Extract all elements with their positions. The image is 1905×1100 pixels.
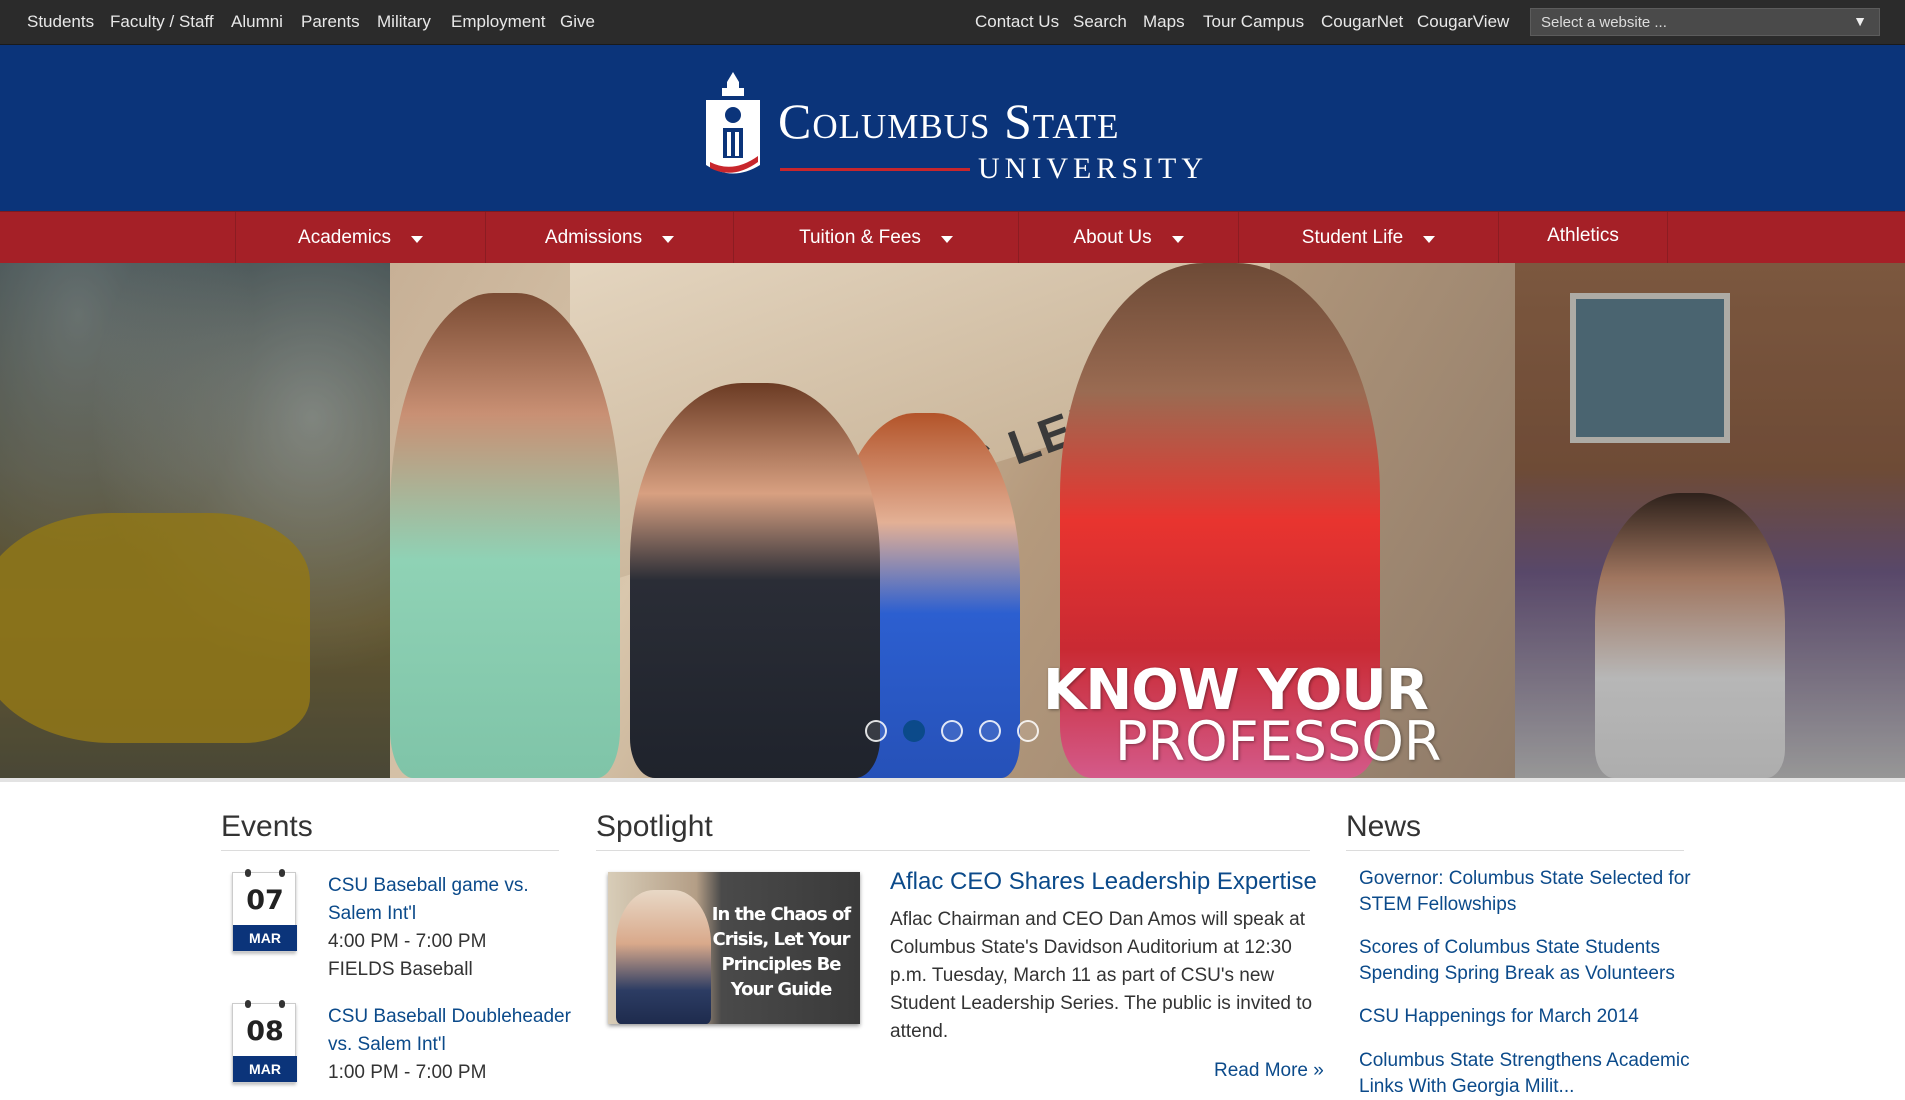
hero-headline-line2: PROFESSOR [1115,710,1442,773]
spotlight-body: Aflac Chairman and CEO Dan Amos will spe… [890,909,1313,1042]
spotlight-image[interactable]: In the Chaos of Crisis, Let Your Princip… [608,872,860,1024]
nav-item-about-us[interactable]: About Us [1018,212,1238,264]
nav-item-label: About Us [1073,227,1152,248]
carousel-pagination [865,720,1039,742]
event-day: 07 [246,885,284,916]
slide-shade [1515,263,1905,778]
hero-divider [0,778,1905,782]
nav-item-label: Student Life [1301,227,1404,248]
read-more-link[interactable]: Read More » [1214,1060,1324,1082]
topbar-link-contact-us[interactable]: Contact Us [975,12,1059,32]
logo-wordmark-line1: Columbus State [778,93,1120,149]
nav-item-tuition-fees[interactable]: Tuition & Fees [733,212,1018,264]
event-title-link[interactable]: CSU Baseball Doubleheader vs. Salem Int'… [328,1003,578,1059]
topbar-link-faculty-staff[interactable]: Faculty / Staff [110,12,214,32]
website-select-value: Select a website ... [1541,14,1667,31]
main-nav: Academics Admissions Tuition & Fees Abou… [0,211,1905,264]
student-figure [390,293,620,778]
topbar-link-parents[interactable]: Parents [301,12,360,32]
carousel-dot[interactable] [941,720,963,742]
nav-item-academics[interactable]: Academics [235,212,485,264]
topbar-link-maps[interactable]: Maps [1143,12,1185,32]
topbar-link-students[interactable]: Students [27,12,94,32]
hero-carousel[interactable]: C LENOIR HALL KNOW YOUR PROFESSOR [0,263,1905,778]
topbar-link-alumni[interactable]: Alumni [231,12,283,32]
nav-item-label: Admissions [544,227,643,248]
event-time: 4:00 PM - 7:00 PM [328,931,487,952]
topbar-link-give[interactable]: Give [560,12,595,32]
hero-prev-slide-image[interactable] [0,263,390,778]
nav-item-athletics[interactable]: Athletics [1498,212,1668,264]
news-item-link[interactable]: CSU Happenings for March 2014 [1359,1004,1699,1030]
university-logo[interactable]: Columbus State UNIVERSITY [700,70,1210,195]
topbar-link-employment[interactable]: Employment [451,12,545,32]
event-time: 1:00 PM - 7:00 PM [328,1062,487,1083]
calendar-icon: 08 MAR [232,1000,297,1083]
logo-rule [780,168,970,171]
event-month: MAR [233,925,297,951]
topbar-link-tour-campus[interactable]: Tour Campus [1203,12,1304,32]
site-header: Columbus State UNIVERSITY [0,45,1905,211]
news-rule [1346,850,1684,851]
website-select[interactable]: Select a website ... ▼ [1530,8,1880,36]
event-month: MAR [233,1056,297,1082]
spotlight-image-caption: In the Chaos of Crisis, Let Your Princip… [711,904,851,1000]
caret-down-icon [940,235,953,243]
events-rule [221,850,559,851]
carousel-dot[interactable] [865,720,887,742]
utility-bar: Students Faculty / Staff Alumni Parents … [0,0,1905,45]
professor-figure [630,383,880,778]
carousel-dot[interactable] [1017,720,1039,742]
events-heading: Events [221,810,313,843]
news-item-link[interactable]: Governor: Columbus State Selected for ST… [1359,866,1699,918]
event-day: 08 [246,1016,284,1047]
caret-down-icon [662,235,675,243]
nav-item-student-life[interactable]: Student Life [1238,212,1498,264]
nav-item-label: Athletics [1547,225,1619,246]
caret-down-icon [1423,235,1436,243]
event-title-link[interactable]: CSU Baseball game vs. Salem Int'l [328,872,578,928]
logo-wordmark-line2: UNIVERSITY [978,152,1208,185]
nav-item-admissions[interactable]: Admissions [485,212,733,264]
topbar-link-cougarnet[interactable]: CougarNet [1321,12,1403,32]
calendar-icon: 07 MAR [232,869,297,952]
chevron-down-icon: ▼ [1853,13,1867,29]
nav-item-label: Academics [298,227,391,248]
caret-down-icon [1171,235,1184,243]
nav-item-label: Tuition & Fees [799,227,921,248]
news-item-link[interactable]: Columbus State Strengthens Academic Link… [1359,1048,1699,1100]
carousel-dot[interactable] [979,720,1001,742]
topbar-link-cougarview[interactable]: CougarView [1417,12,1509,32]
news-heading: News [1346,810,1422,843]
spotlight-heading: Spotlight [596,810,713,843]
news-item-link[interactable]: Scores of Columbus State Students Spendi… [1359,935,1699,987]
clock-tower-icon [706,72,760,174]
event-location: FIELDS Baseball [328,959,473,980]
topbar-link-search[interactable]: Search [1073,12,1127,32]
caret-down-icon [410,235,423,243]
spotlight-title-link[interactable]: Aflac CEO Shares Leadership Expertise [890,868,1317,896]
slide-shade [0,263,390,778]
hero-next-slide-image[interactable] [1515,263,1905,778]
spotlight-rule [596,850,1310,851]
topbar-link-military[interactable]: Military [377,12,431,32]
speaker-photo [616,890,711,1024]
carousel-dot-active[interactable] [903,720,925,742]
